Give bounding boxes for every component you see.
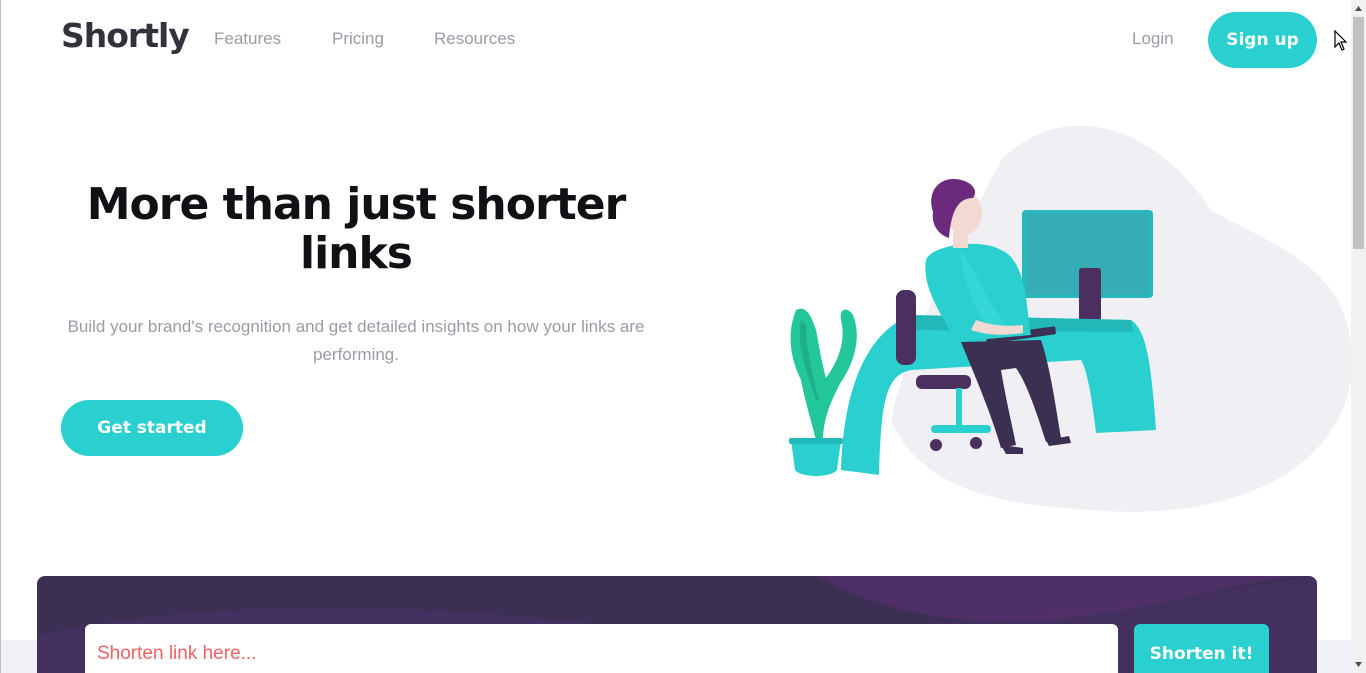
- login-link[interactable]: Login: [1132, 29, 1174, 49]
- page: Shortly Features Pricing Resources Login…: [0, 0, 1351, 673]
- scroll-thumb[interactable]: [1353, 17, 1364, 249]
- get-started-button[interactable]: Get started: [61, 400, 243, 456]
- shorten-button[interactable]: Shorten it!: [1134, 624, 1269, 673]
- vertical-scrollbar[interactable]: [1351, 0, 1366, 673]
- mouse-cursor-icon: [1334, 30, 1348, 51]
- scroll-down-icon[interactable]: [1351, 656, 1366, 673]
- nav-resources[interactable]: Resources: [434, 29, 515, 49]
- signup-button[interactable]: Sign up: [1208, 12, 1317, 68]
- working-person-illustration: [789, 125, 1351, 512]
- nav-pricing[interactable]: Pricing: [332, 29, 384, 49]
- scroll-up-icon[interactable]: [1351, 0, 1366, 17]
- hero-subtitle: Build your brand's recognition and get d…: [67, 317, 645, 364]
- hero-title: More than just shorter links: [86, 179, 627, 279]
- shorten-input[interactable]: [85, 624, 1118, 673]
- plant-pot: [791, 440, 841, 476]
- logo[interactable]: Shortly: [61, 16, 190, 55]
- chair-back: [896, 290, 916, 365]
- nav-features[interactable]: Features: [214, 29, 281, 49]
